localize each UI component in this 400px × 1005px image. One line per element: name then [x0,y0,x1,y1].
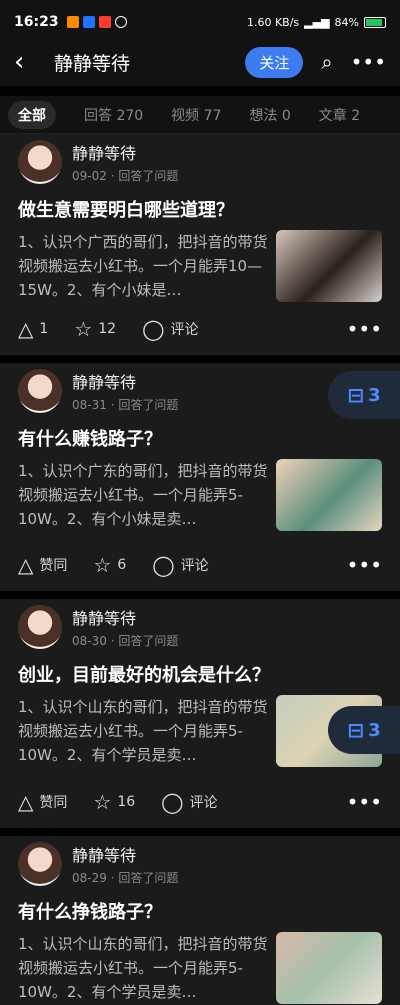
signal-icon: ▂▄▆ [304,15,330,29]
more-icon[interactable]: ••• [351,50,386,74]
inbox-icon: ⊟ [347,383,365,407]
upvote-icon: △ [18,790,34,814]
action-bar: △ 1 ☆ 12 ◯ 评论 ••• [18,311,382,347]
avatar[interactable] [18,605,62,649]
tab-bar: 全部 回答 270 视频 77 想法 0 文章 2 [0,96,400,134]
favorite-button[interactable]: ☆ 6 [93,553,126,577]
question-title[interactable]: 做生意需要明白哪些道理？ [18,196,382,222]
upvote-label: 赞同 [39,558,68,574]
answer-thumbnail[interactable] [276,230,382,302]
collection-float-button[interactable]: ⊟ 3 [328,371,400,419]
inbox-icon: ⊟ [347,718,365,742]
answer-excerpt[interactable]: 1、认识个山东的哥们，把抖音的带货视频搬运去小红书。一个月能弄5-10W。2、有… [18,695,268,767]
notification-icons [66,16,127,28]
network-rate: 1.60 KB/s [246,15,300,29]
answer-excerpt[interactable]: 1、认识个广西的哥们，把抖音的带货视频搬运去小红书。一个月能弄10—15W。2、… [18,230,268,302]
post-action: 回答了问题 [107,871,178,885]
collection-count: 3 [368,719,381,741]
comment-label: 评论 [189,795,218,811]
upvote-icon: △ [18,553,34,577]
author-row: 静静等待 09-02回答了问题 [18,140,382,184]
answer-excerpt[interactable]: 1、认识个广东的哥们，把抖音的带货视频搬运去小红书。一个月能弄5-10W。2、有… [18,459,268,531]
tab-videos[interactable]: 视频 77 [171,105,221,125]
upvote-button[interactable]: △ 1 [18,317,48,341]
more-icon[interactable]: ••• [347,553,382,577]
favorite-button[interactable]: ☆ 12 [74,317,116,341]
author-name[interactable]: 静静等待 [72,605,178,629]
upvote-button[interactable]: △ 赞同 [18,553,67,577]
post-meta: 08-30回答了问题 [72,632,178,649]
profile-header: ‹ 静静等待 关注 ⌕ ••• [0,38,400,86]
collection-float-button[interactable]: ⊟ 3 [328,706,400,754]
tab-answers[interactable]: 回答 270 [84,105,143,125]
tab-articles[interactable]: 文章 2 [319,105,360,125]
upvote-button[interactable]: △ 赞同 [18,790,67,814]
author-name[interactable]: 静静等待 [72,842,178,866]
app-notification-icon [98,16,111,28]
comment-label: 评论 [170,322,199,338]
comment-icon: ◯ [161,790,184,814]
author-row: 静静等待 08-30回答了问题 [18,605,382,649]
app-notification-icon [114,16,127,28]
comment-button[interactable]: ◯ 评论 [161,790,217,814]
comment-button[interactable]: ◯ 评论 [142,317,198,341]
comment-icon: ◯ [142,317,165,341]
page-title: 静静等待 [54,52,131,75]
author-name[interactable]: 静静等待 [72,140,178,164]
post-date: 08-30 [72,634,107,648]
answer-excerpt[interactable]: 1、认识个山东的哥们，把抖音的带货视频搬运去小红书。一个月能弄5-10W。2、有… [18,932,268,1004]
action-bar: △ 赞同 ☆ 6 ◯ 评论 ••• [18,547,382,583]
post-meta: 09-02回答了问题 [72,167,178,184]
comment-label: 评论 [180,558,209,574]
question-title[interactable]: 创业，目前最好的机会是什么？ [18,661,382,687]
author-row: 静静等待 08-29回答了问题 [18,842,382,886]
favorite-button[interactable]: ☆ 16 [93,790,135,814]
avatar[interactable] [18,369,62,413]
back-button[interactable]: ‹ [14,47,44,77]
star-icon: ☆ [93,790,112,814]
post-date: 08-31 [72,398,107,412]
post-action: 回答了问题 [107,634,178,648]
app-notification-icon [66,16,79,28]
collection-count: 3 [368,384,381,406]
post-date: 09-02 [72,169,107,183]
post-date: 08-29 [72,871,107,885]
feed: 静静等待 09-02回答了问题 做生意需要明白哪些道理？ 1、认识个广西的哥们，… [0,134,400,1005]
more-icon[interactable]: ••• [347,790,382,814]
upvote-count: 1 [39,321,49,337]
tab-thoughts[interactable]: 想法 0 [249,105,290,125]
action-bar: △ 赞同 ☆ 16 ◯ 评论 ••• [18,784,382,820]
answer-card[interactable]: 静静等待 09-02回答了问题 做生意需要明白哪些道理？ 1、认识个广西的哥们，… [0,134,400,355]
question-title[interactable]: 有什么挣钱路子？ [18,898,382,924]
post-meta: 08-29回答了问题 [72,869,178,886]
avatar[interactable] [18,140,62,184]
answer-thumbnail[interactable] [276,459,382,531]
comment-button[interactable]: ◯ 评论 [152,553,208,577]
favorite-count: 16 [117,794,136,810]
battery-icon [364,16,386,28]
upvote-icon: △ [18,317,34,341]
star-icon: ☆ [74,317,93,341]
upvote-label: 赞同 [39,795,68,811]
status-right: 1.60 KB/s ▂▄▆ 84% [247,16,386,29]
answer-card[interactable]: 静静等待 08-29回答了问题 有什么挣钱路子？ 1、认识个山东的哥们，把抖音的… [0,836,400,1005]
app-notification-icon [82,16,95,28]
favorite-count: 12 [98,321,117,337]
battery-percent: 84% [334,15,359,29]
favorite-count: 6 [117,557,127,573]
tab-all[interactable]: 全部 [8,100,56,129]
search-icon[interactable]: ⌕ [321,50,332,74]
post-meta: 08-31回答了问题 [72,396,178,413]
answer-thumbnail[interactable] [276,932,382,1004]
post-action: 回答了问题 [107,169,178,183]
follow-button[interactable]: 关注 [245,46,304,78]
status-time: 16:23 [14,14,59,30]
question-title[interactable]: 有什么赚钱路子？ [18,425,382,451]
comment-icon: ◯ [152,553,175,577]
author-name[interactable]: 静静等待 [72,369,178,393]
star-icon: ☆ [93,553,112,577]
post-action: 回答了问题 [107,398,178,412]
avatar[interactable] [18,842,62,886]
more-icon[interactable]: ••• [347,317,382,341]
